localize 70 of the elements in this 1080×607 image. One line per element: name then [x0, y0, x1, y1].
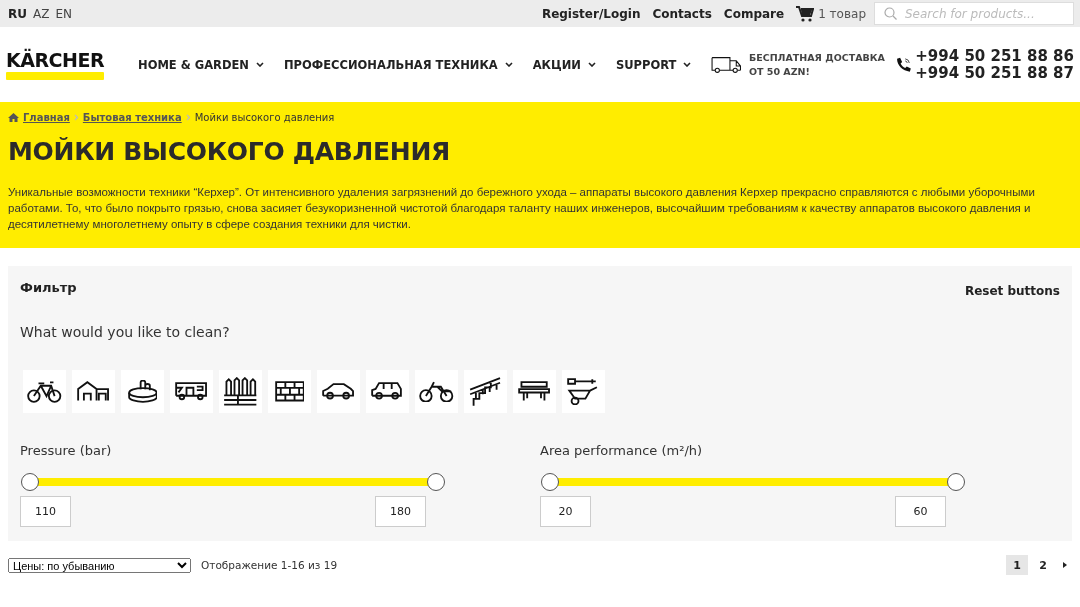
clean-target-button[interactable] [562, 370, 605, 413]
bricks-icon [274, 381, 305, 402]
reset-link[interactable]: Reset buttons [964, 284, 1060, 298]
clean-target-button[interactable] [464, 370, 507, 413]
slider-handle[interactable] [21, 473, 39, 491]
chevron-down-icon [587, 62, 596, 67]
clean-target-button[interactable] [72, 370, 115, 413]
slider-handle[interactable] [947, 473, 965, 491]
clean-target-button[interactable] [170, 370, 213, 413]
breadcrumb-separator-icon [185, 114, 191, 121]
delivery-text: БЕСПЛАТНАЯ ДОСТАВКА ОТ 50 AZN! [748, 50, 885, 79]
clean-target-button[interactable] [23, 370, 66, 413]
filter-title: Фильтр [20, 279, 77, 295]
language-link[interactable]: RU [8, 6, 27, 21]
nav-menu-item[interactable]: АКЦИИ [532, 57, 596, 72]
clean-target-button[interactable] [219, 370, 262, 413]
chevron-down-icon [504, 62, 513, 67]
nav-menu-item[interactable]: SUPPORT [615, 57, 692, 72]
max-value-field[interactable]: 180 [375, 496, 426, 527]
clean-target-button[interactable] [317, 370, 360, 413]
slider-handle[interactable] [541, 473, 559, 491]
max-value-field[interactable]: 60 [895, 496, 946, 527]
phone-number[interactable]: +994 50 251 88 86 [915, 47, 1074, 65]
car-icon [322, 382, 355, 401]
result-count: Отображение 1-16 из 19 [201, 559, 338, 571]
language-link[interactable]: EN [55, 6, 72, 21]
house-icon [77, 381, 110, 402]
breadcrumb-link[interactable]: Главная [23, 112, 70, 123]
breadcrumb-separator-icon [73, 114, 79, 121]
category-description: Уникальные возможности техники “Керхер”. От интенсивного удаления загрязнений до бережного ухода – аппараты высокого давления Керхер прекрасно справляются с любыми уборочными работами. То, что было покрыто грязью, снова засияет безукоризненной чистотой благодаря таланту наших инженеров, высочайшим требованиям к качеству аппаратов высокого давления и десятилетнему многолетнему опыту в сфере создания техники для чистки. [8, 185, 1036, 232]
min-value-field[interactable]: 110 [20, 496, 71, 527]
breadcrumb-link[interactable]: Бытовая техника [82, 112, 182, 123]
brand-logo[interactable]: KÄRCHER [6, 49, 104, 71]
language-link[interactable]: AZ [33, 6, 50, 21]
page-link[interactable]: 1 [1006, 555, 1028, 575]
camper-icon [175, 382, 208, 401]
min-value-field[interactable]: 20 [540, 496, 591, 527]
clean-target-button[interactable] [268, 370, 311, 413]
nav-menu-item[interactable]: HOME & GARDEN [138, 57, 264, 72]
clean-target-button[interactable] [415, 370, 458, 413]
clean-target-button[interactable] [121, 370, 164, 413]
slider-handle[interactable] [427, 473, 445, 491]
home-icon [8, 113, 19, 122]
search-field[interactable]: Search for products... [874, 2, 1074, 25]
bicycle-icon [27, 380, 62, 403]
top-link[interactable]: Register/Login [541, 6, 641, 21]
pool-icon [127, 380, 158, 403]
suv-icon [371, 382, 404, 401]
clean-target-button[interactable] [513, 370, 556, 413]
cart-count[interactable]: 1 товар [818, 6, 866, 21]
fence-icon [223, 377, 258, 406]
slider-label: Area performance (m²/h) [540, 443, 704, 458]
page-title: МОЙКИ ВЫСОКОГО ДАВЛЕНИЯ [8, 137, 451, 166]
search-icon [884, 7, 897, 20]
bench-icon [518, 381, 551, 402]
cart-icon[interactable] [796, 5, 815, 22]
clean-question: What would you like to clean? [20, 324, 231, 340]
wheelbarrow-icon [567, 377, 600, 406]
top-link[interactable]: Contacts [652, 6, 712, 21]
clean-target-button[interactable] [366, 370, 409, 413]
stairs-icon [469, 376, 502, 407]
phone-number[interactable]: +994 50 251 88 87 [915, 64, 1074, 82]
chevron-down-icon [683, 62, 692, 67]
slider-label: Pressure (bar) [20, 443, 113, 458]
chevron-down-icon [256, 62, 264, 67]
nav-menu-item[interactable]: ПРОФЕССИОНАЛЬНАЯ ТЕХНИКА [284, 57, 513, 72]
page-link[interactable]: 2 [1032, 555, 1054, 575]
sort-select[interactable]: Цены: по убыванию [8, 557, 191, 573]
top-link[interactable]: Compare [723, 6, 785, 21]
breadcrumb-current: Мойки высокого давления [194, 112, 335, 123]
